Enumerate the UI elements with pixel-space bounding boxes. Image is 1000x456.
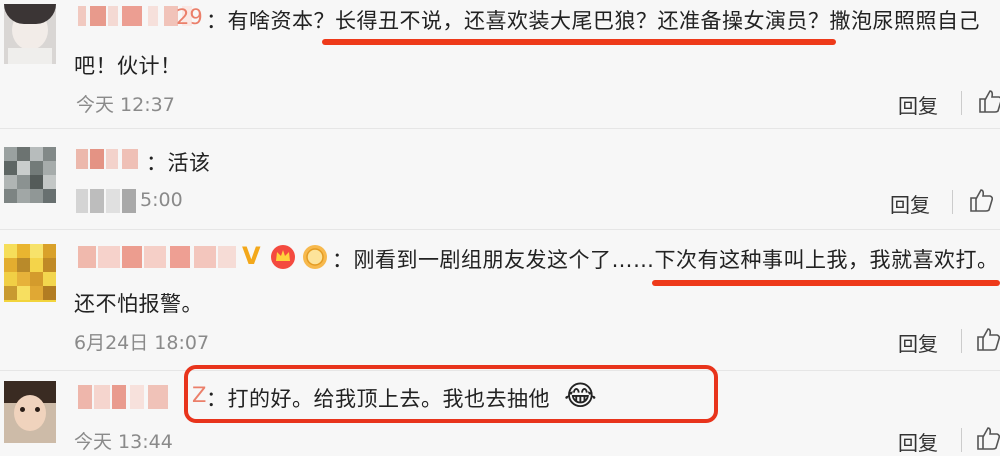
divider [961,91,962,115]
highlight-underline [322,39,836,45]
medal-badge-icon [303,245,327,269]
comment-text: ：刚看到一剧组朋友发这个了……下次有这种事叫上我，我就喜欢打。 [332,248,999,272]
username-pixelated[interactable] [78,246,238,268]
highlight-underline [652,280,1000,286]
comment-3: V ：刚看到一剧组朋友发这个了……下次有这种事叫上我，我就喜欢打。 还不怕报警。… [0,230,1000,370]
comment-2: ：活该 5:00 回复 [0,129,1000,229]
comment-1: 29 ：有啥资本？长得丑不说，还喜欢装大尾巴狼？还准备操女演员？撒泡尿照照自己 … [0,0,1000,128]
comment-timestamp: 今天 12:37 [76,94,175,116]
reply-button[interactable]: 回复 [890,189,930,218]
avatar[interactable] [4,381,56,443]
username-pixelated[interactable] [76,149,140,169]
divider [961,428,962,452]
thumbs-up-icon[interactable] [976,326,1000,352]
comment-text: ：活该 [146,151,211,175]
divider [961,329,962,353]
comment-text: ：有啥资本？长得丑不说，还喜欢装大尾巴狼？还准备操女演员？撒泡尿照照自己 [206,9,980,33]
timestamp-pixelated [76,189,138,213]
reply-button[interactable]: 回复 [898,328,938,357]
comment-text-cont: 吧！伙计！ [74,54,182,78]
comment-text-cont: 还不怕报警。 [74,292,203,316]
thumbs-up-icon[interactable] [978,88,1000,114]
reply-button[interactable]: 回复 [898,427,938,456]
username-pixelated[interactable] [78,385,172,409]
thumbs-up-icon[interactable] [969,187,993,213]
comment-timestamp: 5:00 [140,189,183,211]
verified-v-icon: V [242,242,261,270]
crown-badge-icon [271,245,295,269]
reply-button[interactable]: 回复 [898,90,938,119]
username-suffix[interactable]: Z [192,383,206,407]
thumbs-up-icon[interactable] [976,425,1000,451]
avatar[interactable] [4,244,56,302]
username-suffix[interactable]: 29 [176,5,203,29]
comment-timestamp: 6月24日 18:07 [74,332,210,354]
comment-timestamp: 今天 13:44 [74,431,173,453]
avatar[interactable] [4,147,56,203]
comment-4: Z ：打的好。给我顶上去。我也去抽他 😂 今天 13:44 回复 [0,365,1000,455]
laughing-crying-emoji-icon: 😂 [564,379,597,412]
divider [952,190,953,214]
avatar[interactable] [4,4,56,64]
comment-text: ：打的好。给我顶上去。我也去抽他 [206,387,550,411]
